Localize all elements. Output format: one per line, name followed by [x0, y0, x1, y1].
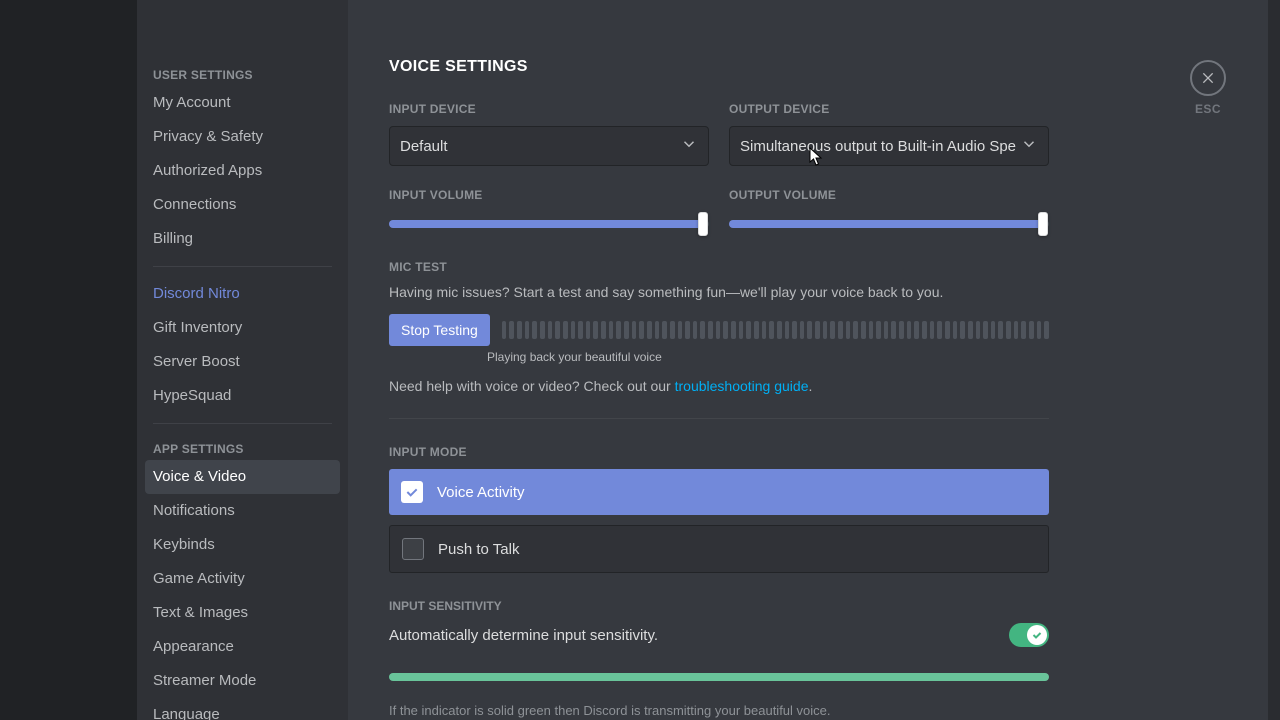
playback-status: Playing back your beautiful voice [487, 350, 1049, 364]
auto-sensitivity-text: Automatically determine input sensitivit… [389, 627, 658, 644]
help-text: Need help with voice or video? Check out… [389, 378, 1049, 394]
checkbox-checked-icon [401, 481, 423, 503]
mic-test-desc: Having mic issues? Start a test and say … [389, 284, 1049, 300]
sidebar-item-my-account[interactable]: My Account [145, 86, 340, 120]
output-device-label: OUTPUT DEVICE [729, 102, 1049, 116]
input-mode-label: INPUT MODE [389, 445, 1049, 459]
close-icon [1200, 70, 1216, 86]
sidebar-item-billing[interactable]: Billing [145, 222, 340, 256]
sensitivity-indicator [389, 673, 1049, 681]
check-icon [1027, 625, 1047, 645]
scrollbar-track[interactable] [1268, 0, 1280, 720]
sidebar-item-server-boost[interactable]: Server Boost [145, 345, 340, 379]
sidebar-item-voice-video[interactable]: Voice & Video [145, 460, 340, 494]
sidebar-item-nitro[interactable]: Discord Nitro [145, 277, 340, 311]
help-suffix: . [809, 378, 813, 394]
mic-level-meter [502, 321, 1049, 339]
help-prefix: Need help with voice or video? Check out… [389, 378, 675, 394]
output-volume-slider[interactable] [729, 212, 1049, 236]
sidebar-item-keybinds[interactable]: Keybinds [145, 528, 340, 562]
sidebar-item-streamer-mode[interactable]: Streamer Mode [145, 664, 340, 698]
sidebar-item-authorized-apps[interactable]: Authorized Apps [145, 154, 340, 188]
auto-sensitivity-toggle[interactable] [1009, 623, 1049, 647]
voice-activity-label: Voice Activity [437, 484, 525, 501]
checkbox-unchecked-icon [402, 538, 424, 560]
output-device-value: Simultaneous output to Built-in Audio Sp… [740, 138, 1020, 155]
settings-sidebar: USER SETTINGS My Account Privacy & Safet… [137, 0, 348, 720]
sidebar-item-language[interactable]: Language [145, 698, 340, 720]
sidebar-item-notifications[interactable]: Notifications [145, 494, 340, 528]
close-container: ESC [1190, 60, 1226, 116]
sidebar-item-text-images[interactable]: Text & Images [145, 596, 340, 630]
sidebar-item-connections[interactable]: Connections [145, 188, 340, 222]
sensitivity-note: If the indicator is solid green then Dis… [389, 703, 1049, 718]
output-device-select[interactable]: Simultaneous output to Built-in Audio Sp… [729, 126, 1049, 166]
input-device-label: INPUT DEVICE [389, 102, 709, 116]
input-sensitivity-label: INPUT SENSITIVITY [389, 599, 1049, 613]
window-left-gutter [0, 0, 137, 720]
page-title: VOICE SETTINGS [389, 58, 1049, 76]
mic-test-label: MIC TEST [389, 260, 1049, 274]
sidebar-header-app: APP SETTINGS [145, 434, 340, 460]
sidebar-item-gift-inventory[interactable]: Gift Inventory [145, 311, 340, 345]
chevron-down-icon [1020, 135, 1038, 157]
output-volume-label: OUTPUT VOLUME [729, 188, 1049, 202]
close-button[interactable] [1190, 60, 1226, 96]
sidebar-header-user: USER SETTINGS [145, 60, 340, 86]
settings-main: VOICE SETTINGS INPUT DEVICE Default OUTP… [348, 0, 1280, 720]
input-mode-push-to-talk[interactable]: Push to Talk [389, 525, 1049, 573]
sidebar-item-appearance[interactable]: Appearance [145, 630, 340, 664]
input-mode-voice-activity[interactable]: Voice Activity [389, 469, 1049, 515]
stop-testing-button[interactable]: Stop Testing [389, 314, 490, 346]
sidebar-item-hypesquad[interactable]: HypeSquad [145, 379, 340, 413]
chevron-down-icon [680, 135, 698, 157]
sidebar-item-game-activity[interactable]: Game Activity [145, 562, 340, 596]
push-to-talk-label: Push to Talk [438, 541, 519, 558]
input-volume-label: INPUT VOLUME [389, 188, 709, 202]
input-volume-slider[interactable] [389, 212, 709, 236]
esc-label: ESC [1195, 102, 1221, 116]
sidebar-item-privacy[interactable]: Privacy & Safety [145, 120, 340, 154]
sidebar-divider [153, 266, 332, 267]
sidebar-divider [153, 423, 332, 424]
input-device-select[interactable]: Default [389, 126, 709, 166]
troubleshooting-link[interactable]: troubleshooting guide [675, 378, 809, 394]
input-device-value: Default [400, 138, 680, 155]
section-divider [389, 418, 1049, 419]
